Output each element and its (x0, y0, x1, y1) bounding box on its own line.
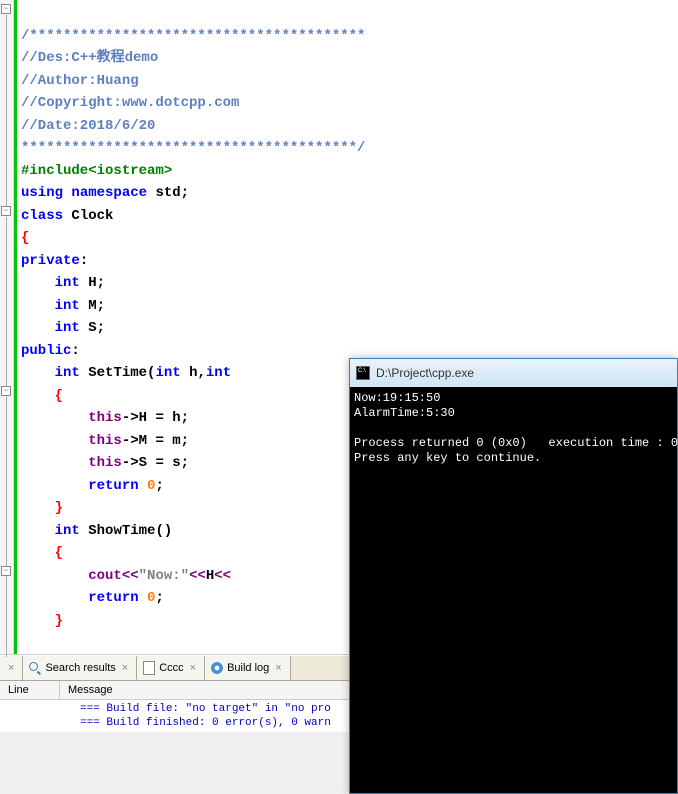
code-line: { (21, 545, 63, 561)
tab-search-results[interactable]: Search results × (23, 656, 137, 680)
code-line: cout<<"Now:"<<H<< (21, 568, 231, 584)
document-icon (143, 661, 155, 675)
tab-build-log[interactable]: Build log × (205, 656, 291, 680)
fold-box-icon[interactable]: − (1, 386, 11, 396)
search-icon (29, 662, 41, 674)
code-line: this->H = h; (21, 410, 189, 426)
code-line: int H; (21, 275, 105, 291)
code-line: ****************************************… (21, 140, 365, 156)
code-line: return 0; (21, 590, 164, 606)
console-line: Press any key to continue. (354, 451, 541, 465)
code-line: public: (21, 343, 80, 359)
code-line: int M; (21, 298, 105, 314)
code-line: this->M = m; (21, 433, 189, 449)
code-line: } (21, 500, 63, 516)
close-icon[interactable]: × (273, 662, 283, 674)
console-title-text: D:\Project\cpp.exe (376, 366, 474, 380)
code-line: class Clock (21, 208, 113, 224)
console-output[interactable]: Now:19:15:50 AlarmTime:5:30 Process retu… (350, 387, 677, 470)
code-line: int S; (21, 320, 105, 336)
tab-cccc[interactable]: Cccc × (137, 656, 205, 680)
close-icon[interactable]: × (120, 662, 130, 674)
fold-box-icon[interactable]: − (1, 4, 11, 14)
console-line: AlarmTime:5:30 (354, 406, 455, 420)
tab-label: Build log (227, 662, 269, 674)
close-icon[interactable]: × (188, 662, 198, 674)
tab-close-left[interactable]: × (0, 656, 23, 680)
close-icon[interactable]: × (6, 662, 16, 674)
console-line: Now:19:15:50 (354, 391, 440, 405)
code-line: private: (21, 253, 88, 269)
code-line: //Date:2018/6/20 (21, 118, 155, 134)
console-titlebar[interactable]: D:\Project\cpp.exe (350, 359, 677, 387)
code-line: #include<iostream> (21, 163, 172, 179)
code-line: using namespace std; (21, 185, 189, 201)
tab-label: Cccc (159, 662, 183, 674)
code-line: int SetTime(int h,int (21, 365, 231, 381)
fold-box-icon[interactable]: − (1, 566, 11, 576)
code-line: } (21, 613, 63, 629)
code-line: //Des:C++教程demo (21, 50, 158, 66)
code-line: { (21, 388, 63, 404)
console-line: Process returned 0 (0x0) execution time … (354, 436, 678, 450)
console-window[interactable]: D:\Project\cpp.exe Now:19:15:50 AlarmTim… (349, 358, 678, 794)
code-line: /***************************************… (21, 28, 365, 44)
code-line: return 0; (21, 478, 164, 494)
fold-box-icon[interactable]: − (1, 206, 11, 216)
fold-gutter[interactable]: − − − − (0, 0, 14, 654)
console-icon (356, 366, 370, 380)
gear-icon (211, 662, 223, 674)
code-line: //Copyright:www.dotcpp.com (21, 95, 239, 111)
col-line[interactable]: Line (0, 681, 60, 699)
code-line: int ShowTime() (21, 523, 172, 539)
tab-label: Search results (45, 662, 115, 674)
code-line: //Author:Huang (21, 73, 139, 89)
code-line: { (21, 230, 29, 246)
code-line: this->S = s; (21, 455, 189, 471)
